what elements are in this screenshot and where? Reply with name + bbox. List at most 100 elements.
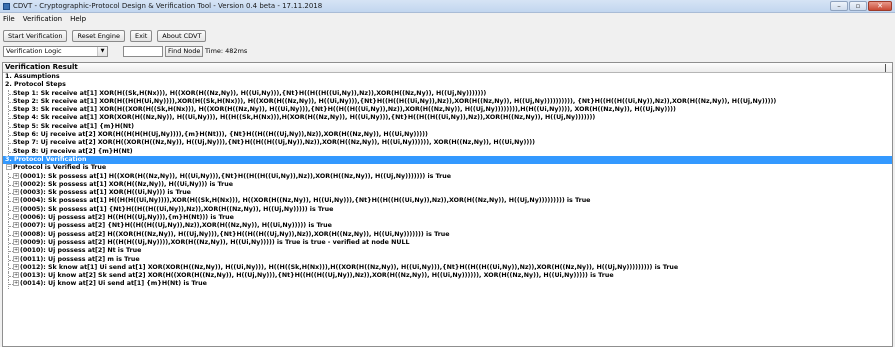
- tree-branch-line: [8, 238, 13, 248]
- time-label: Time: 482ms: [205, 47, 248, 55]
- tree-node-claim[interactable]: + (0001): Sk possess at[1] H((XOR(H((Nz,N…: [3, 172, 892, 181]
- tree-branch-line: [8, 114, 13, 123]
- result-header-label: Verification Result: [5, 63, 78, 71]
- step-label: Step 6: Uj receive at[2] XOR(H((H(H(H(Uj…: [13, 131, 428, 139]
- protocol-steps-list: Step 1: Sk receive at[1] XOR(H((Sk,H(Nx)…: [3, 89, 892, 156]
- tree-branch-line: [8, 197, 13, 206]
- claim-label: (0008): Uj possess at[2] H((XOR(H((Nz,Ny…: [20, 230, 450, 238]
- tree-node-step[interactable]: Step 3: Sk receive at[1] XOR(H((XOR(H((S…: [3, 106, 892, 115]
- tree-node-claim[interactable]: + (0008): Uj possess at[2] H((XOR(H((Nz,N…: [3, 230, 892, 239]
- tree-branch-line: [8, 263, 13, 273]
- tree-branch-line: [8, 255, 13, 264]
- collapse-icon[interactable]: −: [6, 164, 12, 171]
- expand-icon[interactable]: +: [13, 263, 19, 270]
- step-label: Step 4: Sk receive at[1] XOR(XOR(H((Nz,N…: [13, 114, 596, 122]
- tree-node-step[interactable]: Step 4: Sk receive at[1] XOR(XOR(H((Nz,N…: [3, 114, 892, 123]
- menu-help[interactable]: Help: [70, 14, 86, 25]
- claim-label: (0009): Uj possess at[2] H((H(H((Uj,Ny))…: [20, 238, 410, 246]
- step-label: Step 3: Sk receive at[1] XOR(H((XOR(H((S…: [13, 106, 676, 114]
- tree-node-protocol-verification[interactable]: 3. Protocol Verification: [3, 155, 892, 165]
- claim-label: (0003): Sk possess at[1] XOR(H((Ui,Ny)))…: [20, 189, 191, 197]
- tree-node-assumptions[interactable]: 1. Assumptions: [3, 73, 892, 81]
- expand-icon[interactable]: +: [13, 280, 19, 287]
- tree-branch-line: [8, 230, 13, 239]
- tree-branch-line: [8, 189, 13, 198]
- tree-node-protocol-steps[interactable]: 2. Protocol Steps: [3, 81, 892, 89]
- chevron-down-icon[interactable]: ▼: [97, 47, 107, 56]
- start-verification-button[interactable]: Start Verification: [3, 30, 68, 42]
- tree-node-step[interactable]: Step 8: Uj receive at[2] {m}H(Nt): [3, 147, 892, 156]
- tree-node-claim[interactable]: + (0012): Sk know at[1] Ui send at[1] XOR…: [3, 263, 892, 273]
- claim-label: (0002): Sk possess at[1] XOR(H((Nz,Ny)),…: [20, 180, 234, 188]
- tree-node-step[interactable]: Step 5: Sk receive at[1] {m}H(Nt): [3, 122, 892, 132]
- tree-node-step[interactable]: Step 7: Uj receive at[2] XOR(H((XOR(H((N…: [3, 139, 892, 148]
- find-node-input[interactable]: [123, 46, 163, 57]
- expand-icon[interactable]: +: [13, 230, 19, 237]
- menu-file[interactable]: File: [3, 14, 15, 25]
- expand-icon[interactable]: +: [13, 205, 19, 212]
- step-label: Step 2: Sk receive at[1] XOR(H((H(H(Ui,N…: [13, 97, 777, 105]
- close-button[interactable]: ✕: [868, 1, 892, 11]
- claim-label: (0012): Sk know at[1] Ui send at[1] XOR(…: [20, 263, 679, 271]
- claim-label: (0014): Uj know at[2] Ui send at[1] {m}H…: [20, 280, 207, 288]
- expand-icon[interactable]: +: [13, 247, 19, 254]
- tree-node-claim[interactable]: + (0007): Uj possess at[2] {Nt}H((H((H((U…: [3, 222, 892, 231]
- tree-branch-line: [8, 97, 13, 107]
- tree-branch-line: [8, 172, 13, 181]
- tree-branch-line: [8, 147, 13, 156]
- toolbar: Start Verification Reset Engine Exit Abo…: [3, 30, 207, 43]
- menu-verification[interactable]: Verification: [23, 14, 62, 25]
- verification-result-panel: Verification Result 1. Assumptions 2. Pr…: [2, 62, 893, 347]
- expand-icon[interactable]: +: [13, 189, 19, 196]
- tree-node-claim[interactable]: + (0004): Sk possess at[1] H((H(H((Ui,Ny)…: [3, 197, 892, 206]
- tree-node-claim[interactable]: + (0009): Uj possess at[2] H((H(H((Uj,Ny)…: [3, 238, 892, 248]
- tree-node-claim[interactable]: + (0003): Sk possess at[1] XOR(H((Ui,Ny))…: [3, 189, 892, 198]
- tree-node-claim[interactable]: + (0013): Uj know at[2] Sk send at[2] XOR…: [3, 272, 892, 281]
- minimize-button[interactable]: –: [830, 1, 848, 11]
- tree-node-claim[interactable]: + (0011): Uj possess at[2] m is True: [3, 255, 892, 264]
- tree-node-verified[interactable]: − Protocol is Verified is True: [3, 164, 892, 172]
- logic-select[interactable]: Verification Logic ▼: [3, 46, 108, 57]
- expand-icon[interactable]: +: [13, 172, 19, 179]
- tree-node-step[interactable]: Step 2: Sk receive at[1] XOR(H((H(H(Ui,N…: [3, 97, 892, 107]
- expand-icon[interactable]: +: [13, 255, 19, 262]
- tree-branch-line: [8, 106, 13, 115]
- tree-node-claim[interactable]: + (0014): Uj know at[2] Ui send at[1] {m}…: [3, 280, 892, 289]
- expand-icon[interactable]: +: [13, 222, 19, 229]
- tree-node-claim[interactable]: + (0002): Sk possess at[1] XOR(H((Nz,Ny))…: [3, 180, 892, 190]
- tree-branch-line: [8, 139, 13, 148]
- expand-icon[interactable]: +: [13, 180, 19, 187]
- expand-icon[interactable]: +: [13, 272, 19, 279]
- reset-engine-button[interactable]: Reset Engine: [72, 30, 125, 42]
- maximize-button[interactable]: ▫: [849, 1, 867, 11]
- tree-branch-line: [8, 89, 13, 98]
- tree-branch-line: [8, 222, 13, 231]
- tree-branch-line: [8, 122, 13, 132]
- expand-icon[interactable]: +: [13, 197, 19, 204]
- claims-list: + (0001): Sk possess at[1] H((XOR(H((Nz,N…: [3, 172, 892, 289]
- tree-branch-line: [8, 214, 13, 223]
- tree-node-claim[interactable]: + (0010): Uj possess at[2] Nt is True: [3, 247, 892, 256]
- tree-branch-line: [8, 131, 13, 140]
- tree-branch-line: [8, 247, 13, 256]
- step-label: Step 1: Sk receive at[1] XOR(H((Sk,H(Nx)…: [13, 89, 487, 97]
- about-button[interactable]: About CDVT: [157, 30, 207, 42]
- expand-icon[interactable]: +: [13, 214, 19, 221]
- tree-node-step[interactable]: Step 1: Sk receive at[1] XOR(H((Sk,H(Nx)…: [3, 89, 892, 98]
- tree-node-step[interactable]: Step 6: Uj receive at[2] XOR(H((H(H(H(Uj…: [3, 131, 892, 140]
- controls-row: Verification Logic ▼ Find Node Time: 482…: [3, 46, 423, 58]
- find-node-button[interactable]: Find Node: [165, 46, 204, 57]
- expand-icon[interactable]: +: [13, 238, 19, 245]
- exit-button[interactable]: Exit: [129, 30, 153, 42]
- claim-label: (0010): Uj possess at[2] Nt is True: [20, 247, 142, 255]
- tree-branch-line: [8, 205, 13, 215]
- verified-label: Protocol is Verified is True: [13, 164, 107, 172]
- window-controls: – ▫ ✕: [830, 1, 892, 12]
- tree-node-claim[interactable]: + (0005): Sk possess at[1] {Nt}H((H((H((U…: [3, 205, 892, 215]
- step-label: Step 5: Sk receive at[1] {m}H(Nt): [13, 122, 135, 130]
- column-divider[interactable]: [885, 64, 886, 72]
- logic-select-value: Verification Logic: [6, 47, 62, 55]
- claim-label: (0011): Uj possess at[2] m is True: [20, 255, 140, 263]
- window-title: CDVT - Cryptographic-Protocol Design & V…: [13, 2, 323, 10]
- tree-node-claim[interactable]: + (0006): Uj possess at[2] H((H(H((Uj,Ny)…: [3, 214, 892, 223]
